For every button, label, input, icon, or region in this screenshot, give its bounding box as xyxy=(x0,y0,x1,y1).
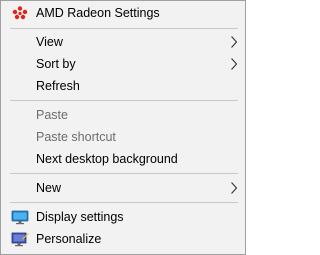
menu-item-display-settings[interactable]: Display settings xyxy=(1,206,245,228)
menu-item-label: Refresh xyxy=(36,79,80,93)
menu-item-new[interactable]: New xyxy=(1,177,245,199)
menu-item-sort-by[interactable]: Sort by xyxy=(1,53,245,75)
menu-item-personalize[interactable]: Personalize xyxy=(1,228,245,250)
desktop-context-menu: AMD Radeon Settings View Sort by Refresh… xyxy=(0,0,246,255)
amd-radeon-icon xyxy=(12,6,28,20)
menu-item-label: Sort by xyxy=(36,57,76,71)
menu-item-label: Personalize xyxy=(36,232,102,246)
menu-item-view[interactable]: View xyxy=(1,31,245,53)
menu-item-label: Next desktop background xyxy=(36,152,178,166)
menu-item-paste[interactable]: Paste xyxy=(1,104,245,126)
menu-item-label: Paste xyxy=(36,108,68,122)
monitor-icon xyxy=(11,210,29,225)
menu-item-paste-shortcut[interactable]: Paste shortcut xyxy=(1,126,245,148)
menu-item-label: Display settings xyxy=(36,210,124,224)
menu-separator xyxy=(10,202,238,203)
personalize-icon xyxy=(11,232,29,247)
menu-separator xyxy=(10,28,238,29)
menu-item-label: Paste shortcut xyxy=(36,130,116,144)
menu-separator xyxy=(10,100,238,101)
menu-item-label: View xyxy=(36,35,63,49)
chevron-right-icon xyxy=(231,58,238,70)
menu-item-next-desktop-background[interactable]: Next desktop background xyxy=(1,148,245,170)
menu-item-label: New xyxy=(36,181,62,195)
menu-separator xyxy=(10,173,238,174)
menu-item-amd-radeon-settings[interactable]: AMD Radeon Settings xyxy=(1,2,245,24)
chevron-right-icon xyxy=(231,182,238,194)
menu-item-label: AMD Radeon Settings xyxy=(36,6,160,20)
chevron-right-icon xyxy=(231,36,238,48)
menu-item-refresh[interactable]: Refresh xyxy=(1,75,245,97)
